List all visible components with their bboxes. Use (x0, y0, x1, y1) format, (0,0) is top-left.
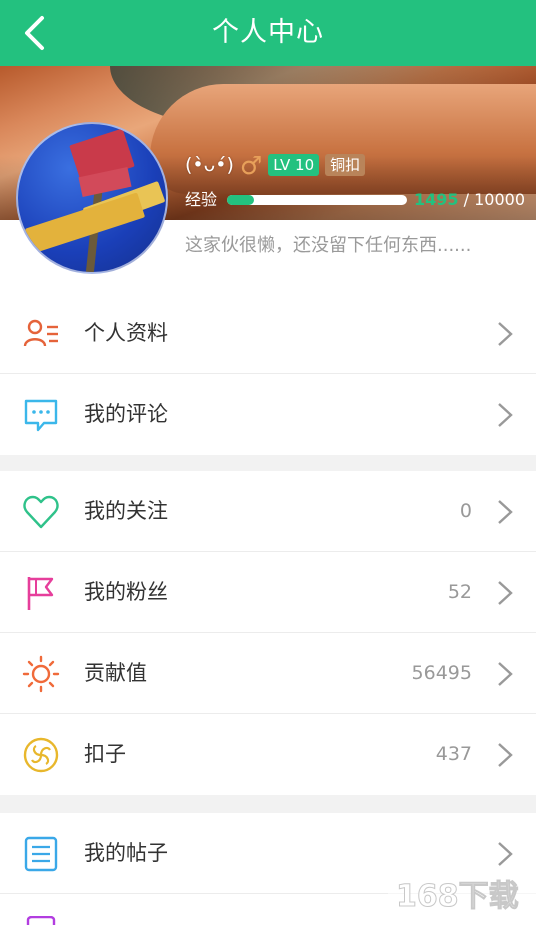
next-item-icon-partial (22, 913, 60, 925)
page-title: 个人中心 (212, 17, 324, 48)
menu-group-social: 我的关注 0 我的粉丝 52 贡献值 56495 扣子 437 (0, 471, 536, 795)
contribution-count: 56495 (411, 662, 472, 684)
level-title-badge: 铜扣 (325, 154, 366, 176)
nickname-row: (•̀ᴗ•́) ♂ LV 10 铜扣 (185, 150, 366, 180)
menu-item-label: 我的帖子 (84, 841, 168, 865)
experience-progress-fill (227, 195, 254, 205)
menu-item-comments[interactable]: 我的评论 (0, 374, 536, 455)
nickname: (•̀ᴗ•́) (185, 154, 234, 176)
experience-row: 经验 1495 / 10000 (185, 188, 530, 212)
menu-item-label: 我的粉丝 (84, 580, 168, 604)
experience-separator: / (458, 190, 475, 209)
level-badge: LV 10 (268, 154, 320, 176)
fans-count: 52 (447, 581, 472, 603)
menu-item-contribution[interactable]: 贡献值 56495 (0, 633, 536, 714)
menu-item-label: 个人资料 (84, 321, 168, 345)
chevron-right-icon (498, 322, 513, 346)
user-signature: 这家伙很懒，还没留下任何东西...... (185, 235, 472, 256)
experience-label: 经验 (185, 190, 218, 209)
heart-icon (23, 495, 59, 529)
experience-max: 10000 (474, 190, 525, 209)
experience-progress-bar (227, 195, 407, 205)
menu-item-profile[interactable]: 个人资料 (0, 293, 536, 374)
top-bar: 个人中心 (0, 0, 536, 66)
menu-item-fans[interactable]: 我的粉丝 52 (0, 552, 536, 633)
avatar[interactable] (16, 122, 168, 274)
flag-icon (27, 577, 54, 610)
svg-text:168下载: 168下载 (396, 879, 519, 914)
menu-group-profile: 个人资料 我的评论 (0, 293, 536, 455)
chevron-right-icon (498, 500, 513, 524)
menu-item-label: 我的关注 (84, 499, 168, 523)
profile-icon (23, 319, 58, 347)
comment-icon (24, 399, 58, 432)
watermark-logo: 168下载 (388, 868, 536, 925)
male-icon: ♂ (239, 150, 263, 180)
button-coin-icon (23, 737, 59, 773)
menu-item-buttons[interactable]: 扣子 437 (0, 714, 536, 795)
chevron-right-icon (498, 581, 513, 605)
following-count: 0 (459, 500, 472, 522)
chevron-right-icon (498, 403, 513, 427)
experience-value: 1495 / 10000 (414, 188, 525, 212)
menu-item-label: 扣子 (84, 742, 126, 766)
menu-item-following[interactable]: 我的关注 0 (0, 471, 536, 552)
chevron-right-icon (498, 743, 513, 767)
buttons-count: 437 (435, 743, 472, 765)
profile-page: 个人中心 (•̀ᴗ•́) ♂ LV 10 铜扣 经验 1495 / 10000 … (0, 0, 536, 925)
experience-current: 1495 (414, 190, 459, 209)
post-list-icon (24, 836, 58, 872)
chevron-right-icon (498, 842, 513, 866)
menu-item-label: 贡献值 (84, 661, 147, 685)
sun-icon (22, 655, 60, 693)
chevron-right-icon (498, 662, 513, 686)
menu-item-label: 我的评论 (84, 402, 168, 426)
